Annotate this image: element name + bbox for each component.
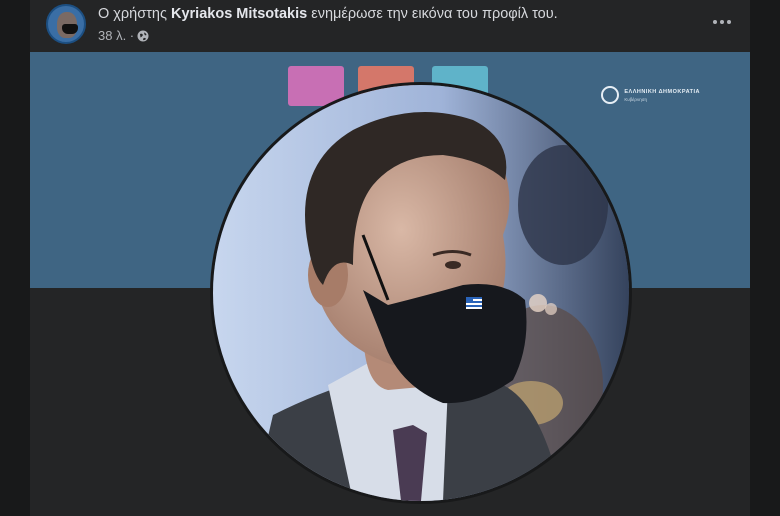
title-action: ενημέρωσε την εικόνα του προφίλ του. <box>307 6 558 22</box>
seal-icon <box>601 86 620 104</box>
author-avatar[interactable] <box>46 4 86 44</box>
post-title: Ο χρήστης Kyriakos Mitsotakis ενημέρωσε … <box>98 6 558 22</box>
post-card: Ο χρήστης Kyriakos Mitsotakis ενημέρωσε … <box>30 0 750 516</box>
globe-icon[interactable] <box>137 30 149 42</box>
post-timestamp[interactable]: 38 λ. · <box>98 28 134 43</box>
post-header: Ο χρήστης Kyriakos Mitsotakis ενημέρωσε … <box>46 4 736 48</box>
more-options-icon[interactable] <box>708 12 736 32</box>
author-name-link[interactable]: Kyriakos Mitsotakis <box>171 6 307 22</box>
profile-picture[interactable] <box>210 82 632 504</box>
government-logo: ΕΛΛΗΝΙΚΗ ΔΗΜΟΚΡΑΤΙΑ Κυβέρνηση <box>601 86 700 104</box>
logo-line1: ΕΛΛΗΝΙΚΗ ΔΗΜΟΚΡΑΤΙΑ <box>624 88 700 95</box>
title-prefix: Ο χρήστης <box>98 6 171 22</box>
post-meta: 38 λ. · <box>98 28 149 43</box>
logo-line2: Κυβέρνηση <box>624 96 648 102</box>
